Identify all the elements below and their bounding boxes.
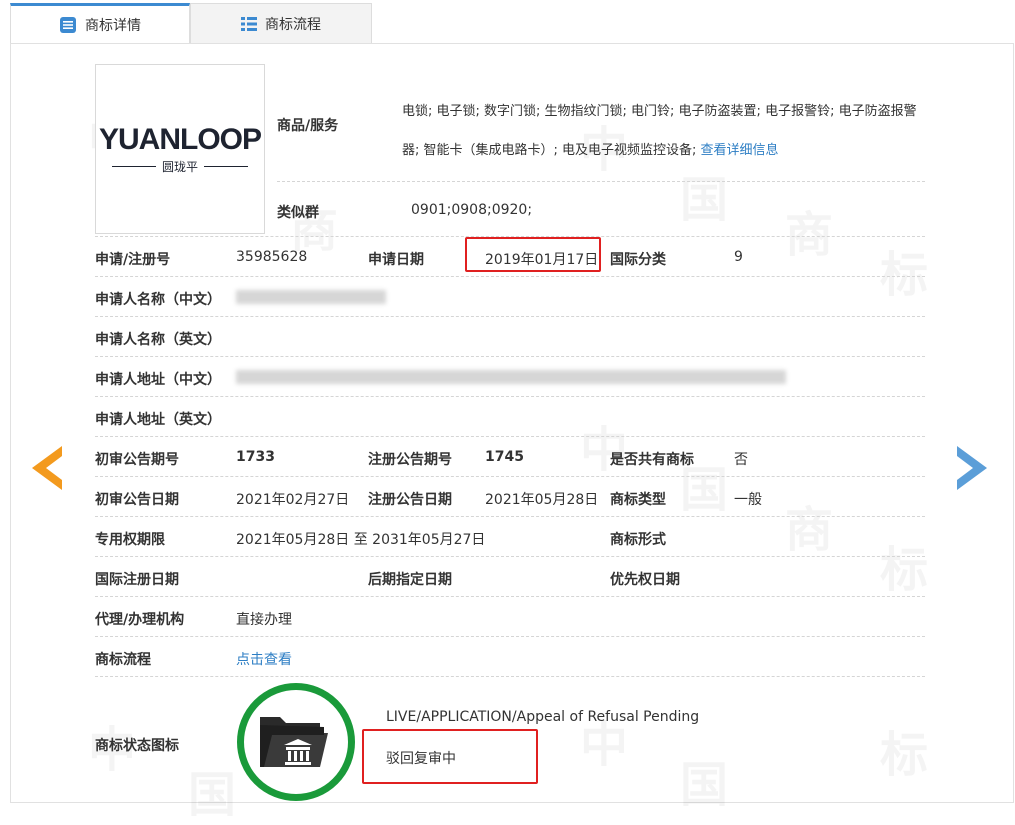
prelim-date-value: 2021年02月27日 [236,492,350,508]
intl-reg-date-label: 国际注册日期 [95,572,179,588]
divider [95,396,925,397]
divider [95,476,925,477]
reg-no-label: 申请/注册号 [95,252,171,268]
later-date-label: 后期指定日期 [368,572,452,588]
apply-date-label: 申请日期 [368,252,424,268]
address-cn-label: 申请人地址（中文） [95,372,221,388]
status-en: LIVE/APPLICATION/Appeal of Refusal Pendi… [386,709,700,725]
view-details-link[interactable]: 查看详细信息 [701,143,779,158]
divider [95,276,925,277]
list-icon [59,16,77,34]
redacted-applicant-cn [236,290,386,304]
trademark-logo: YUANLOOP 圆珑平 [95,64,265,234]
reg-pub-no-label: 注册公告期号 [368,452,452,468]
similar-group-label: 类似群 [277,205,319,221]
address-en-label: 申请人地址（英文） [95,412,221,428]
intl-class-label: 国际分类 [610,252,666,268]
mark-type-value: 一般 [734,492,762,508]
divider [95,636,925,637]
process-label: 商标流程 [95,652,151,668]
exclusive-value: 2021年05月28日 至 2031年05月27日 [236,532,486,548]
applicant-cn-label: 申请人名称（中文） [95,292,221,308]
exclusive-label: 专用权期限 [95,532,165,548]
similar-group-value: 0901;0908;0920; [411,202,533,218]
tab-trademark-details[interactable]: 商标详情 [10,3,190,43]
shared-value: 否 [734,452,748,468]
prelim-date-label: 初审公告日期 [95,492,179,508]
tab-label: 商标流程 [265,16,321,33]
status-highlight [362,729,538,784]
prelim-no-label: 初审公告期号 [95,452,179,468]
divider [95,556,925,557]
shared-label: 是否共有商标 [610,452,694,468]
intl-class-value: 9 [734,249,743,265]
divider [95,436,925,437]
tab-trademark-process[interactable]: 商标流程 [190,3,372,43]
reg-no-value: 35985628 [236,249,308,265]
apply-date-highlight [465,237,601,272]
prelim-no-value: 1733 [236,449,275,465]
reg-pub-date-label: 注册公告日期 [368,492,452,508]
grid-list-icon [241,16,257,32]
priority-date-label: 优先权日期 [610,572,680,588]
tab-bar: 商标详情 商标流程 [0,0,1015,44]
logo-wordmark: YUANLOOP [98,123,262,156]
mark-form-label: 商标形式 [610,532,666,548]
goods-value: 电锁; 电子锁; 数字门锁; 生物指纹门锁; 电门铃; 电子防盗装置; 电子报警… [402,104,917,158]
logo-subtitle: 圆珑平 [111,158,248,175]
goods-label: 商品/服务 [277,118,339,134]
tab-label: 商标详情 [85,17,141,34]
mark-type-label: 商标类型 [610,492,666,508]
status-icon-label: 商标状态图标 [95,738,179,754]
divider [95,316,925,317]
next-arrow-icon[interactable] [955,444,991,496]
reg-pub-date-value: 2021年05月28日 [485,492,599,508]
agent-value: 直接办理 [236,612,292,628]
divider [95,516,925,517]
view-process-link[interactable]: 点击查看 [236,649,292,669]
applicant-en-label: 申请人名称（英文） [95,332,221,348]
prev-arrow-icon[interactable] [28,444,64,496]
redacted-address-cn [236,370,786,384]
reg-pub-no-value: 1745 [485,449,524,465]
folder-courthouse-icon [258,707,334,777]
divider [95,596,925,597]
divider [277,181,925,182]
divider [95,356,925,357]
agent-label: 代理/办理机构 [95,612,185,628]
divider [95,676,925,677]
status-badge [237,683,355,801]
